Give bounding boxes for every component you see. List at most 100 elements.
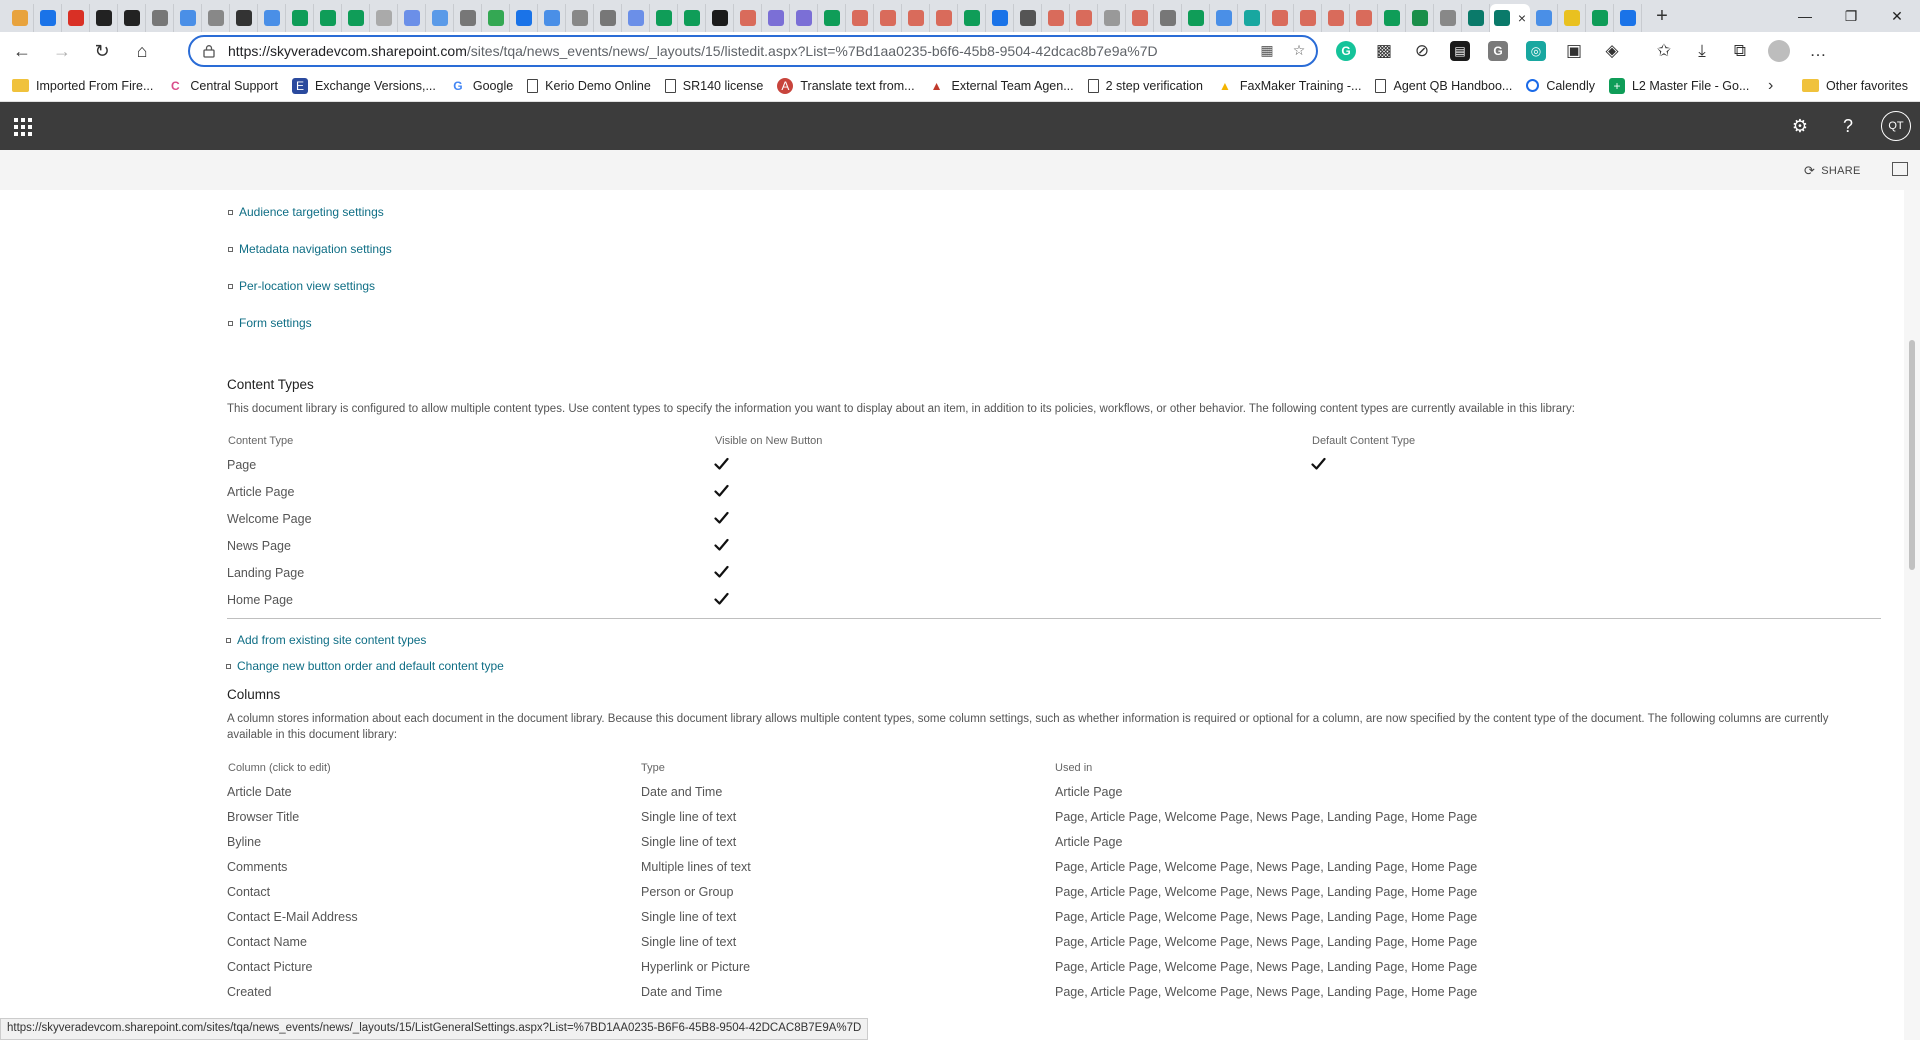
browser-tab[interactable] [230,4,258,32]
browser-tab[interactable] [510,4,538,32]
close-tab-icon[interactable]: × [1518,10,1526,26]
home-icon[interactable]: ⌂ [124,35,160,67]
column-name[interactable]: Article Date [227,785,292,799]
content-type-name[interactable]: News Page [227,539,291,553]
browser-tab[interactable] [34,4,62,32]
back-icon[interactable]: ← [4,35,40,67]
browser-tab[interactable] [482,4,510,32]
browser-tab[interactable] [818,4,846,32]
reader-view-icon[interactable]: ▦ [1258,42,1276,60]
app-launcher-icon[interactable] [14,118,32,136]
browser-tab[interactable] [258,4,286,32]
settings-link[interactable]: Metadata navigation settings [228,242,392,256]
favorite-link[interactable]: Imported From Fire... [12,79,153,93]
browser-tab[interactable] [286,4,314,32]
browser-tab[interactable] [790,4,818,32]
content-type-name[interactable]: Home Page [227,593,293,607]
browser-tab[interactable] [678,4,706,32]
column-name[interactable]: Contact Name [227,935,307,949]
browser-tab[interactable] [370,4,398,32]
settings-gear-icon[interactable]: ⚙ [1776,102,1824,150]
teal-extension-icon[interactable]: ◎ [1526,41,1546,61]
favorite-star-icon[interactable]: ☆ [1290,42,1308,60]
browser-tab[interactable] [650,4,678,32]
browser-tab[interactable] [566,4,594,32]
browser-tab[interactable] [1210,4,1238,32]
browser-tab[interactable] [1322,4,1350,32]
account-menu[interactable]: QT [1872,102,1920,150]
browser-tab[interactable] [1530,4,1558,32]
settings-link[interactable]: Per-location view settings [228,279,375,293]
browser-tab[interactable] [118,4,146,32]
favorite-link[interactable]: ▲ External Team Agen... [929,78,1074,94]
browser-tab[interactable] [986,4,1014,32]
browser-tab[interactable] [174,4,202,32]
favorite-link[interactable]: Agent QB Handboo... [1375,78,1512,93]
downloads-icon[interactable]: ⤓ [1692,41,1712,61]
browser-tab[interactable] [1558,4,1586,32]
minimize-icon[interactable]: — [1782,0,1828,32]
browser-tab[interactable] [426,4,454,32]
settings-link[interactable]: Audience targeting settings [228,205,384,219]
browser-tab[interactable] [6,4,34,32]
forward-icon[interactable]: → [44,35,80,67]
qr-extension-icon[interactable]: ▩ [1374,41,1394,61]
browser-tab[interactable] [762,4,790,32]
content-type-name[interactable]: Welcome Page [227,512,312,526]
column-name[interactable]: Contact Picture [227,960,312,974]
content-type-name[interactable]: Article Page [227,485,294,499]
browser-tab[interactable] [1070,4,1098,32]
help-icon[interactable]: ? [1824,102,1872,150]
browser-tab[interactable] [1154,4,1182,32]
favorite-link[interactable]: + L2 Master File - Go... [1608,77,1749,94]
collections-icon[interactable]: ⧉ [1730,41,1750,61]
browser-tab[interactable] [846,4,874,32]
favorite-link[interactable]: C Central Support [167,78,278,94]
browser-tab[interactable] [90,4,118,32]
browser-tab[interactable] [1434,4,1462,32]
browser-tab[interactable] [622,4,650,32]
favorites-overflow-icon[interactable]: › [1768,77,1773,95]
browser-tab[interactable] [1406,4,1434,32]
favorite-link[interactable]: A Translate text from... [777,77,915,94]
favorite-link[interactable]: 2 step verification [1087,78,1203,93]
browser-tab[interactable] [1042,4,1070,32]
browser-tab[interactable] [706,4,734,32]
browser-tab[interactable] [398,4,426,32]
browser-tab[interactable] [1586,4,1614,32]
column-name[interactable]: Contact E-Mail Address [227,910,358,924]
restore-icon[interactable]: ❐ [1828,0,1874,32]
favorite-link[interactable]: Calendly [1526,79,1595,93]
favorite-link[interactable]: SR140 license [664,78,763,93]
share-button[interactable]: ⟳ SHARE [1804,163,1861,179]
column-name[interactable]: Contact [227,885,270,899]
other-favorites[interactable]: Other favorites [1802,79,1908,93]
browser-tab[interactable] [1378,4,1406,32]
browser-tab[interactable] [1294,4,1322,32]
browser-tab[interactable] [1238,4,1266,32]
browser-tab[interactable] [1462,4,1490,32]
browser-tab[interactable] [454,4,482,32]
focus-mode-icon[interactable] [1892,162,1908,176]
browser-tab[interactable] [314,4,342,32]
page-scrollbar[interactable] [1904,190,1920,1040]
close-window-icon[interactable]: ✕ [1874,0,1920,32]
column-name[interactable]: Browser Title [227,810,299,824]
settings-link[interactable]: Form settings [228,316,312,330]
browser-tab[interactable] [1014,4,1042,32]
favorite-link[interactable]: E Exchange Versions,... [291,77,436,94]
reload-icon[interactable]: ↻ [84,35,120,67]
column-name[interactable]: Comments [227,860,287,874]
browser-tab[interactable] [1182,4,1210,32]
more-menu-icon[interactable]: … [1808,41,1828,61]
browser-tab[interactable] [594,4,622,32]
browser-tab[interactable] [62,4,90,32]
add-content-types-link[interactable]: Add from existing site content types [226,633,426,647]
browser-tab[interactable] [538,4,566,32]
column-name[interactable]: Byline [227,835,261,849]
favorite-link[interactable]: Kerio Demo Online [527,78,651,93]
browser-tab[interactable] [1098,4,1126,32]
screenshot-extension-icon[interactable]: ▣ [1564,41,1584,61]
favorite-link[interactable]: ▲ FaxMaker Training -... [1217,78,1362,94]
active-browser-tab[interactable]: × [1490,4,1530,32]
